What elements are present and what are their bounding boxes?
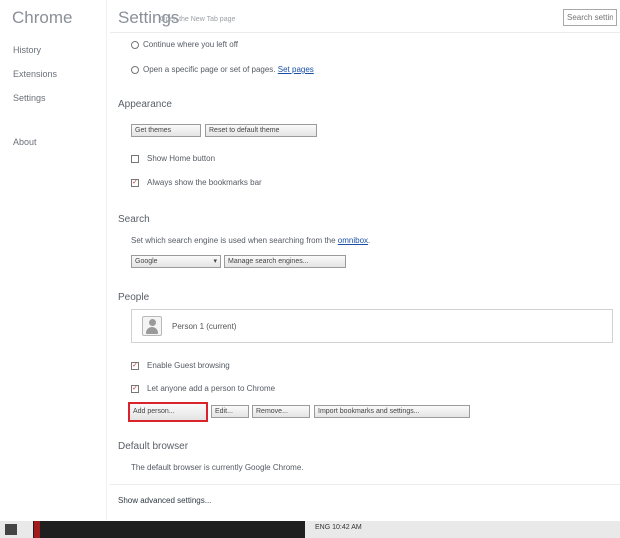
- add-person-label: Let anyone add a person to Chrome: [147, 384, 276, 393]
- remove-person-button[interactable]: Remove...: [252, 405, 310, 418]
- profile-name: Person 1 (current): [172, 322, 237, 331]
- bookmarks-bar-checkbox[interactable]: ✓: [131, 179, 139, 187]
- guest-browsing-label: Enable Guest browsing: [147, 361, 230, 370]
- header-divider: [110, 32, 620, 33]
- profile-list[interactable]: Person 1 (current): [131, 309, 613, 343]
- search-heading: Search: [118, 214, 150, 225]
- system-tray[interactable]: ENG 10:42 AM: [315, 524, 362, 531]
- edit-person-button[interactable]: Edit...: [211, 405, 249, 418]
- search-input[interactable]: [563, 9, 617, 26]
- avatar: [142, 316, 162, 336]
- show-advanced-link[interactable]: Show advanced settings...: [118, 496, 211, 505]
- new-tab-page-option[interactable]: Open the New Tab page: [160, 16, 235, 23]
- guest-browsing-checkbox[interactable]: ✓: [131, 362, 139, 370]
- startup-specific-row: Open a specific page or set of pages. Se…: [143, 65, 314, 74]
- chevron-down-icon: ▾: [213, 258, 217, 265]
- search-description-row: Set which search engine is used when sea…: [131, 236, 371, 245]
- search-description: Set which search engine is used when sea…: [131, 236, 336, 245]
- start-button-icon[interactable]: [5, 524, 17, 535]
- default-browser-heading: Default browser: [118, 441, 189, 452]
- appearance-heading: Appearance: [118, 99, 172, 110]
- taskbar-active-app[interactable]: [33, 521, 305, 538]
- advanced-divider: [110, 484, 620, 485]
- search-engine-select[interactable]: Google ▾: [131, 255, 221, 268]
- taskbar-app-accent: [34, 521, 40, 538]
- bookmarks-bar-label: Always show the bookmarks bar: [147, 178, 262, 187]
- search-engine-value: Google: [135, 258, 158, 265]
- import-bookmarks-button[interactable]: Import bookmarks and settings...: [314, 405, 470, 418]
- settings-page: Settings Open the New Tab page Continue …: [0, 0, 620, 520]
- set-pages-link[interactable]: Set pages: [278, 65, 314, 74]
- manage-search-engines-button[interactable]: Manage search engines...: [224, 255, 346, 268]
- startup-specific-radio[interactable]: [131, 66, 139, 74]
- taskbar: ENG 10:42 AM: [0, 521, 620, 538]
- startup-continue-label: Continue where you left off: [143, 40, 239, 49]
- get-themes-button[interactable]: Get themes: [131, 124, 201, 137]
- omnibox-link[interactable]: omnibox: [338, 236, 368, 245]
- add-person-button[interactable]: Add person...: [128, 402, 208, 422]
- startup-continue-radio[interactable]: [131, 41, 139, 49]
- startup-specific-label: Open a specific page or set of pages.: [143, 65, 276, 74]
- show-home-checkbox[interactable]: [131, 155, 139, 163]
- add-person-checkbox[interactable]: ✓: [131, 385, 139, 393]
- reset-theme-button[interactable]: Reset to default theme: [205, 124, 317, 137]
- show-home-label: Show Home button: [147, 154, 216, 163]
- default-browser-text: The default browser is currently Google …: [131, 463, 304, 472]
- people-heading: People: [118, 292, 150, 303]
